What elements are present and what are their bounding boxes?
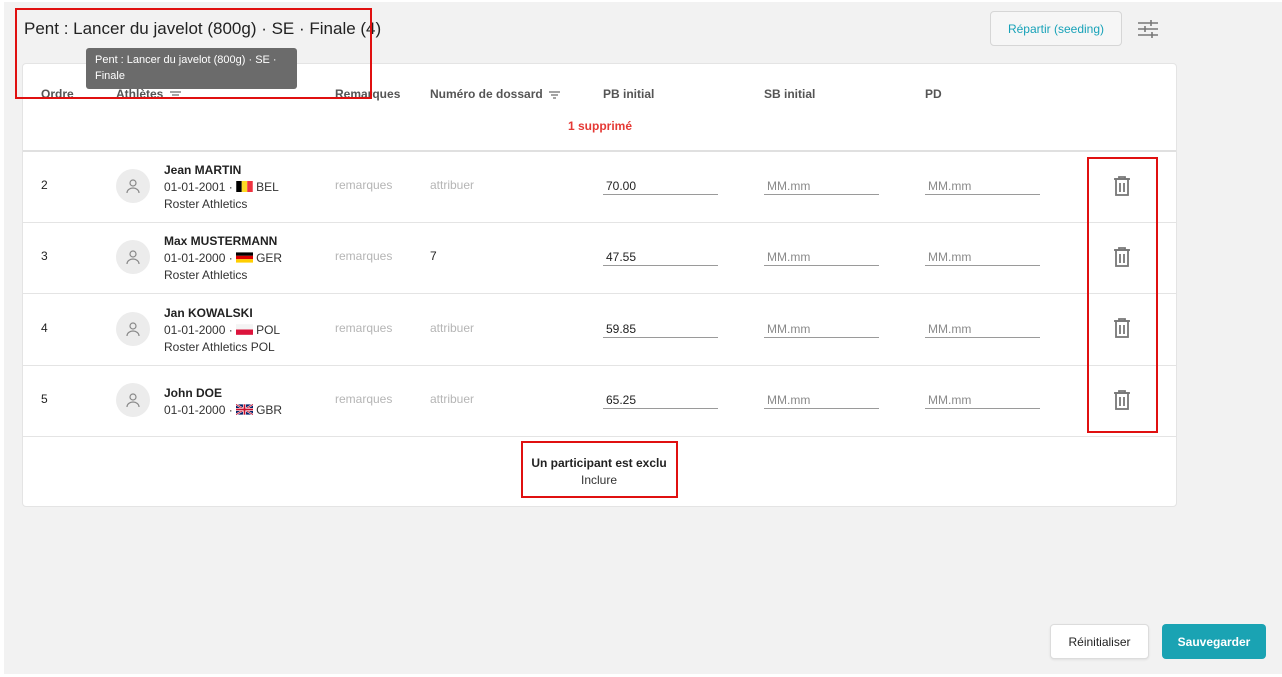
- divider: [23, 365, 1176, 366]
- remarks-field[interactable]: remarques: [335, 249, 392, 263]
- flag-ger-icon: [236, 252, 254, 263]
- bib-field[interactable]: attribuer: [430, 321, 474, 335]
- sb-input[interactable]: [764, 248, 879, 266]
- divider: [23, 150, 1176, 152]
- row-order: 4: [41, 321, 48, 335]
- sort-icon[interactable]: [169, 91, 181, 99]
- excluded-message: Un participant est exclu: [531, 456, 667, 470]
- tune-icon[interactable]: [1137, 19, 1159, 39]
- athlete-club: Roster Athletics: [164, 197, 248, 211]
- pd-input[interactable]: [925, 248, 1040, 266]
- athlete-country: BEL: [256, 180, 279, 194]
- person-icon: [126, 393, 140, 408]
- divider: [23, 436, 1176, 437]
- column-header-pb[interactable]: PB initial: [603, 87, 654, 101]
- athlete-club: Roster Athletics POL: [164, 340, 275, 354]
- pb-input[interactable]: [603, 320, 718, 338]
- column-header-sb[interactable]: SB initial: [764, 87, 815, 101]
- column-header-remarks[interactable]: Remarques: [335, 87, 400, 101]
- pd-input[interactable]: [925, 391, 1040, 409]
- bib-field[interactable]: 7: [430, 249, 437, 263]
- athlete-country: GER: [256, 251, 283, 265]
- athlete-details: 01-01-2000 · GBR: [164, 402, 282, 419]
- trash-icon[interactable]: [1112, 389, 1132, 411]
- remarks-field[interactable]: remarques: [335, 178, 392, 192]
- athlete-name: John DOE: [164, 386, 223, 400]
- include-link[interactable]: Inclure: [522, 473, 676, 487]
- pd-input[interactable]: [925, 177, 1040, 195]
- athlete-name: Max MUSTERMANN: [164, 234, 278, 248]
- pb-input[interactable]: [603, 248, 718, 266]
- bib-field[interactable]: attribuer: [430, 392, 474, 406]
- sb-input[interactable]: [764, 391, 879, 409]
- remarks-field[interactable]: remarques: [335, 321, 392, 335]
- athlete-info[interactable]: Jan KOWALSKI 01-01-2000 · POL Roster Ath…: [164, 305, 280, 356]
- person-icon: [126, 179, 140, 194]
- athlete-info[interactable]: Max MUSTERMANN 01-01-2000 · GER Roster A…: [164, 233, 282, 284]
- trash-icon[interactable]: [1112, 246, 1132, 268]
- trash-icon[interactable]: [1112, 175, 1132, 197]
- trash-icon[interactable]: [1112, 317, 1132, 339]
- reset-button[interactable]: Réinitialiser: [1050, 624, 1149, 659]
- column-header-order[interactable]: Ordre: [41, 87, 74, 101]
- person-icon: [126, 322, 140, 337]
- row-order: 5: [41, 392, 48, 406]
- athlete-dob: 01-01-2000 ·: [164, 251, 233, 265]
- column-header-athletes-label: Athlètes: [116, 87, 164, 101]
- title-tooltip: Pent : Lancer du javelot (800g) · SE · F…: [86, 48, 297, 89]
- athlete-club: Roster Athletics: [164, 268, 248, 282]
- remarks-field[interactable]: remarques: [335, 392, 392, 406]
- row-order: 2: [41, 178, 48, 192]
- athlete-details: 01-01-2001 · BEL: [164, 179, 279, 196]
- flag-gbr-icon: [236, 404, 254, 415]
- page-title: Pent : Lancer du javelot (800g) · SE · F…: [24, 19, 382, 38]
- avatar: [116, 312, 150, 346]
- avatar: [116, 169, 150, 203]
- save-button[interactable]: Sauvegarder: [1162, 624, 1266, 659]
- sort-icon[interactable]: [549, 91, 561, 99]
- row-order: 3: [41, 249, 48, 263]
- column-header-bib-label: Numéro de dossard: [430, 87, 543, 101]
- avatar: [116, 240, 150, 274]
- athlete-info[interactable]: John DOE 01-01-2000 · GBR: [164, 385, 282, 419]
- column-header-bib[interactable]: Numéro de dossard: [430, 87, 561, 101]
- athlete-info[interactable]: Jean MARTIN 01-01-2001 · BEL Roster Athl…: [164, 162, 279, 213]
- pd-input[interactable]: [925, 320, 1040, 338]
- athlete-dob: 01-01-2000 ·: [164, 403, 233, 417]
- avatar: [116, 383, 150, 417]
- excluded-notice: Un participant est exclu Inclure: [522, 441, 676, 497]
- athlete-details: 01-01-2000 · POL: [164, 322, 280, 339]
- column-header-pd[interactable]: PD: [925, 87, 942, 101]
- deleted-count-notice: 1 supprimé: [567, 119, 633, 133]
- column-header-athletes[interactable]: Athlètes: [116, 87, 181, 101]
- athlete-dob: 01-01-2001 ·: [164, 180, 233, 194]
- athlete-name: Jean MARTIN: [164, 163, 242, 177]
- divider: [23, 293, 1176, 294]
- flag-pol-icon: [236, 324, 254, 335]
- athlete-country: GBR: [256, 403, 283, 417]
- pb-input[interactable]: [603, 177, 718, 195]
- athlete-dob: 01-01-2000 ·: [164, 323, 233, 337]
- sb-input[interactable]: [764, 320, 879, 338]
- person-icon: [126, 250, 140, 265]
- pb-input[interactable]: [603, 391, 718, 409]
- athlete-name: Jan KOWALSKI: [164, 306, 253, 320]
- divider: [23, 222, 1176, 223]
- athlete-country: POL: [256, 323, 281, 337]
- bib-field[interactable]: attribuer: [430, 178, 474, 192]
- sb-input[interactable]: [764, 177, 879, 195]
- athlete-details: 01-01-2000 · GER: [164, 250, 282, 267]
- seeding-button[interactable]: Répartir (seeding): [990, 11, 1122, 46]
- flag-bel-icon: [236, 181, 253, 192]
